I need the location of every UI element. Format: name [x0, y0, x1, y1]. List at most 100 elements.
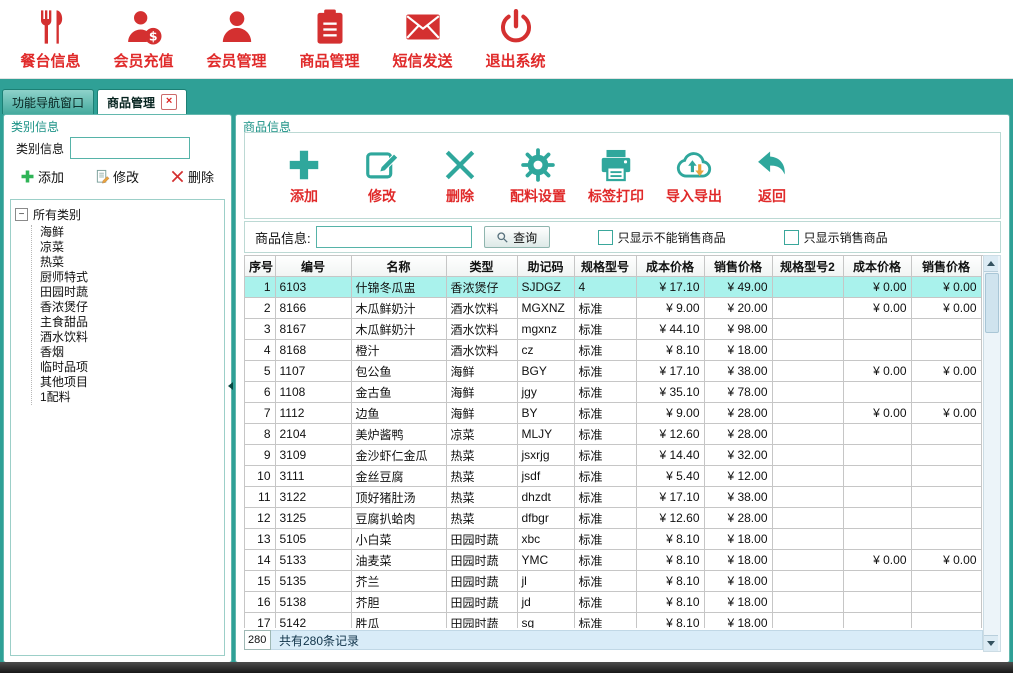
- table-row[interactable]: 28166木瓜鲜奶汁酒水饮料MGXNZ标准¥ 9.00¥ 20.00¥ 0.00…: [245, 298, 981, 319]
- product-toolbar-add-button[interactable]: 添加: [267, 146, 341, 206]
- tree-item[interactable]: 1配料: [40, 390, 220, 405]
- table-cell: [843, 508, 911, 529]
- table-cell: 标准: [574, 508, 636, 529]
- checkbox-show-unsellable[interactable]: 只显示不能销售商品: [598, 229, 726, 246]
- table-row[interactable]: 71112边鱼海鲜BY标准¥ 9.00¥ 28.00¥ 0.00¥ 0.00: [245, 403, 981, 424]
- query-button[interactable]: 查询: [484, 226, 550, 248]
- table-cell: 标准: [574, 319, 636, 340]
- table-row[interactable]: 51107包公鱼海鲜BGY标准¥ 17.10¥ 38.00¥ 0.00¥ 0.0…: [245, 361, 981, 382]
- table-row[interactable]: 38167木瓜鲜奶汁酒水饮料mgxnz标准¥ 44.10¥ 98.00: [245, 319, 981, 340]
- table-cell: 12: [245, 508, 275, 529]
- vertical-scrollbar[interactable]: [983, 255, 1001, 652]
- toolbar-item-member-manage[interactable]: 会员管理: [190, 7, 283, 71]
- table-cell: 芥兰: [351, 571, 446, 592]
- category-add-button[interactable]: 添加: [20, 167, 64, 186]
- table-row[interactable]: 113122顶好猪肚汤热菜dhzdt标准¥ 17.10¥ 38.00: [245, 487, 981, 508]
- column-header[interactable]: 类型: [446, 256, 517, 277]
- table-cell: ¥ 5.40: [636, 466, 704, 487]
- tree-item[interactable]: 主食甜品: [40, 315, 220, 330]
- column-header[interactable]: 名称: [351, 256, 446, 277]
- table-row[interactable]: 16103什锦冬瓜盅香浓煲仔SJDGZ4¥ 17.10¥ 49.00¥ 0.00…: [245, 277, 981, 298]
- table-cell: jd: [517, 592, 574, 613]
- utensils-icon: [31, 7, 71, 47]
- tab-goods-manage[interactable]: 商品管理×: [97, 89, 187, 114]
- product-toolbar-modify-button[interactable]: 修改: [345, 146, 419, 206]
- tree-item[interactable]: 热菜: [40, 255, 220, 270]
- table-cell: [843, 592, 911, 613]
- checkbox-show-sellable[interactable]: 只显示销售商品: [784, 229, 888, 246]
- product-toolbar-back-button[interactable]: 返回: [735, 146, 809, 206]
- column-header[interactable]: 成本价格: [636, 256, 704, 277]
- product-search-input[interactable]: [316, 226, 472, 248]
- table-cell: [911, 340, 981, 361]
- table-cell: [772, 382, 843, 403]
- table-cell: ¥ 8.10: [636, 529, 704, 550]
- tab-nav-window[interactable]: 功能导航窗口: [2, 89, 94, 114]
- table-cell: 15: [245, 571, 275, 592]
- scroll-down-icon[interactable]: [984, 635, 998, 651]
- toolbar-item-table-info[interactable]: 餐台信息: [4, 7, 97, 71]
- table-cell: 5142: [275, 613, 351, 629]
- table-row[interactable]: 135105小白菜田园时蔬xbc标准¥ 8.10¥ 18.00: [245, 529, 981, 550]
- column-header[interactable]: 规格型号: [574, 256, 636, 277]
- table-cell: 木瓜鲜奶汁: [351, 319, 446, 340]
- table-cell: [843, 571, 911, 592]
- table-cell: [843, 382, 911, 403]
- product-toolbar-delete-button[interactable]: 删除: [423, 146, 497, 206]
- table-cell: 1107: [275, 361, 351, 382]
- tree-item[interactable]: 其他项目: [40, 375, 220, 390]
- product-toolbar-ingredient-setting-button[interactable]: 配料设置: [501, 146, 575, 206]
- tree-item[interactable]: 田园时蔬: [40, 285, 220, 300]
- table-cell: MLJY: [517, 424, 574, 445]
- tree-item[interactable]: 凉菜: [40, 240, 220, 255]
- column-header[interactable]: 规格型号2: [772, 256, 843, 277]
- column-header[interactable]: 助记码: [517, 256, 574, 277]
- tree-item[interactable]: 海鲜: [40, 225, 220, 240]
- tree-collapse-icon[interactable]: −: [15, 208, 28, 221]
- tree-item[interactable]: 香烟: [40, 345, 220, 360]
- record-count-box: 280: [244, 630, 271, 650]
- toolbar-item-goods-manage[interactable]: 商品管理: [283, 7, 376, 71]
- tree-item[interactable]: 临时品项: [40, 360, 220, 375]
- table-cell: [843, 529, 911, 550]
- table-row[interactable]: 175142胜瓜田园时蔬sg标准¥ 8.10¥ 18.00: [245, 613, 981, 629]
- table-cell: ¥ 49.00: [704, 277, 772, 298]
- tree-item[interactable]: 酒水饮料: [40, 330, 220, 345]
- table-row[interactable]: 82104美炉酱鸭凉菜MLJY标准¥ 12.60¥ 28.00: [245, 424, 981, 445]
- table-row[interactable]: 123125豆腐扒蛤肉热菜dfbgr标准¥ 12.60¥ 28.00: [245, 508, 981, 529]
- scrollbar-thumb[interactable]: [985, 273, 999, 333]
- tree-root[interactable]: − 所有类别: [15, 206, 220, 223]
- category-input[interactable]: [70, 137, 190, 159]
- table-cell: [911, 445, 981, 466]
- tab-close-icon[interactable]: ×: [161, 94, 177, 110]
- table-cell: 田园时蔬: [446, 529, 517, 550]
- column-header[interactable]: 成本价格: [843, 256, 911, 277]
- column-header[interactable]: 编号: [275, 256, 351, 277]
- product-toolbar-import-export-button[interactable]: 导入导出: [657, 146, 731, 206]
- table-cell: 10: [245, 466, 275, 487]
- table-row[interactable]: 165138芥胆田园时蔬jd标准¥ 8.10¥ 18.00: [245, 592, 981, 613]
- table-row[interactable]: 103111金丝豆腐热菜jsdf标准¥ 5.40¥ 12.00: [245, 466, 981, 487]
- tree-item[interactable]: 厨师特式: [40, 270, 220, 285]
- toolbar-item-label: 会员充值: [113, 50, 173, 71]
- product-toolbar-label-print-button[interactable]: 标签打印: [579, 146, 653, 206]
- tree-item[interactable]: 香浓煲仔: [40, 300, 220, 315]
- column-header[interactable]: 销售价格: [911, 256, 981, 277]
- column-header[interactable]: 序号: [245, 256, 275, 277]
- table-cell: mgxnz: [517, 319, 574, 340]
- toolbar-item-exit-system[interactable]: 退出系统: [469, 7, 562, 71]
- column-header[interactable]: 销售价格: [704, 256, 772, 277]
- table-row[interactable]: 145133油麦菜田园时蔬YMC标准¥ 8.10¥ 18.00¥ 0.00¥ 0…: [245, 550, 981, 571]
- category-delete-button[interactable]: 删除: [170, 167, 214, 186]
- table-row[interactable]: 48168橙汁酒水饮料cz标准¥ 8.10¥ 18.00: [245, 340, 981, 361]
- toolbar-item-member-recharge[interactable]: $会员充值: [97, 7, 190, 71]
- table-row[interactable]: 93109金沙虾仁金瓜热菜jsxrjg标准¥ 14.40¥ 32.00: [245, 445, 981, 466]
- scroll-up-icon[interactable]: [984, 256, 998, 272]
- table-cell: 2104: [275, 424, 351, 445]
- table-row[interactable]: 155135芥兰田园时蔬jl标准¥ 8.10¥ 18.00: [245, 571, 981, 592]
- table-cell: 6103: [275, 277, 351, 298]
- table-cell: 11: [245, 487, 275, 508]
- table-row[interactable]: 61108金古鱼海鲜jgy标准¥ 35.10¥ 78.00: [245, 382, 981, 403]
- toolbar-item-sms-send[interactable]: 短信发送: [376, 7, 469, 71]
- category-modify-button[interactable]: 修改: [95, 167, 139, 186]
